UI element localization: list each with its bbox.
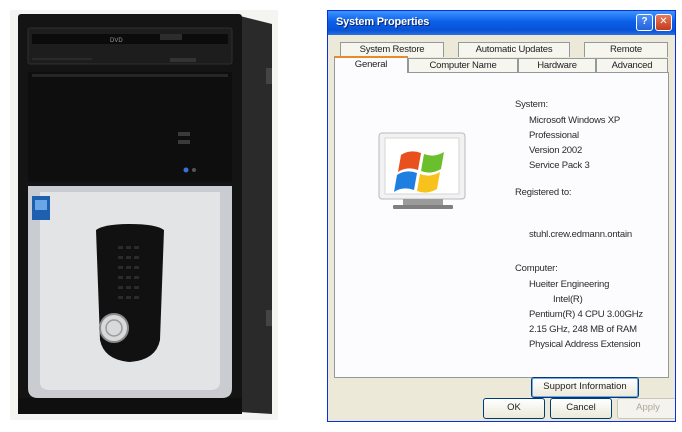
- pc-tower-drawing: DVD: [10, 10, 278, 420]
- support-information-button[interactable]: Support Information: [531, 377, 639, 398]
- title-bar[interactable]: System Properties ? ✕: [328, 11, 675, 35]
- usb-port: [178, 140, 190, 144]
- dvd-logo: DVD: [110, 38, 123, 44]
- registered-heading: Registered to:: [515, 187, 572, 198]
- power-led: [183, 167, 189, 173]
- computer-cpu-vendor: Intel(R): [553, 294, 583, 305]
- windows-logo-icon: [378, 132, 466, 209]
- general-tab-panel: System: Microsoft Windows XP Professiona…: [334, 72, 669, 398]
- pc-tower-photo: DVD: [10, 10, 278, 420]
- ok-button[interactable]: OK: [483, 398, 545, 419]
- tab-automatic-updates[interactable]: Automatic Updates: [458, 42, 570, 57]
- tab-remote[interactable]: Remote: [584, 42, 668, 57]
- system-version: Version 2002: [529, 145, 583, 156]
- window-title: System Properties: [336, 16, 430, 28]
- computer-memory: 2.15 GHz, 248 MB of RAM: [529, 324, 637, 335]
- front-center-strip: [96, 224, 164, 362]
- apply-button[interactable]: Apply: [617, 398, 675, 419]
- tab-computer-name[interactable]: Computer Name: [408, 58, 518, 73]
- tab-hardware[interactable]: Hardware: [518, 58, 596, 73]
- system-service-pack: Service Pack 3: [529, 160, 590, 171]
- tab-system-restore[interactable]: System Restore: [340, 42, 444, 57]
- cancel-button[interactable]: Cancel: [550, 398, 612, 419]
- system-heading: System:: [515, 99, 548, 110]
- power-button: [99, 313, 129, 343]
- tab-general[interactable]: General: [334, 56, 408, 73]
- registered-value: stuhl.crew.edmann.ontain: [529, 229, 632, 240]
- computer-heading: Computer:: [515, 263, 558, 274]
- system-os-name: Microsoft Windows XP: [529, 115, 621, 126]
- system-properties-dialog: System Properties ? ✕ System Restore Aut…: [327, 10, 676, 422]
- help-icon[interactable]: ?: [636, 14, 653, 31]
- computer-cpu-model: Pentium(R) 4 CPU 3.00GHz: [529, 309, 643, 320]
- computer-pae: Physical Address Extension: [529, 339, 641, 350]
- system-edition: Professional: [529, 130, 579, 141]
- tab-advanced[interactable]: Advanced: [596, 58, 668, 73]
- usb-port: [178, 132, 190, 136]
- close-icon[interactable]: ✕: [655, 14, 672, 31]
- computer-manufacturer: Hueiter Engineering: [529, 279, 610, 290]
